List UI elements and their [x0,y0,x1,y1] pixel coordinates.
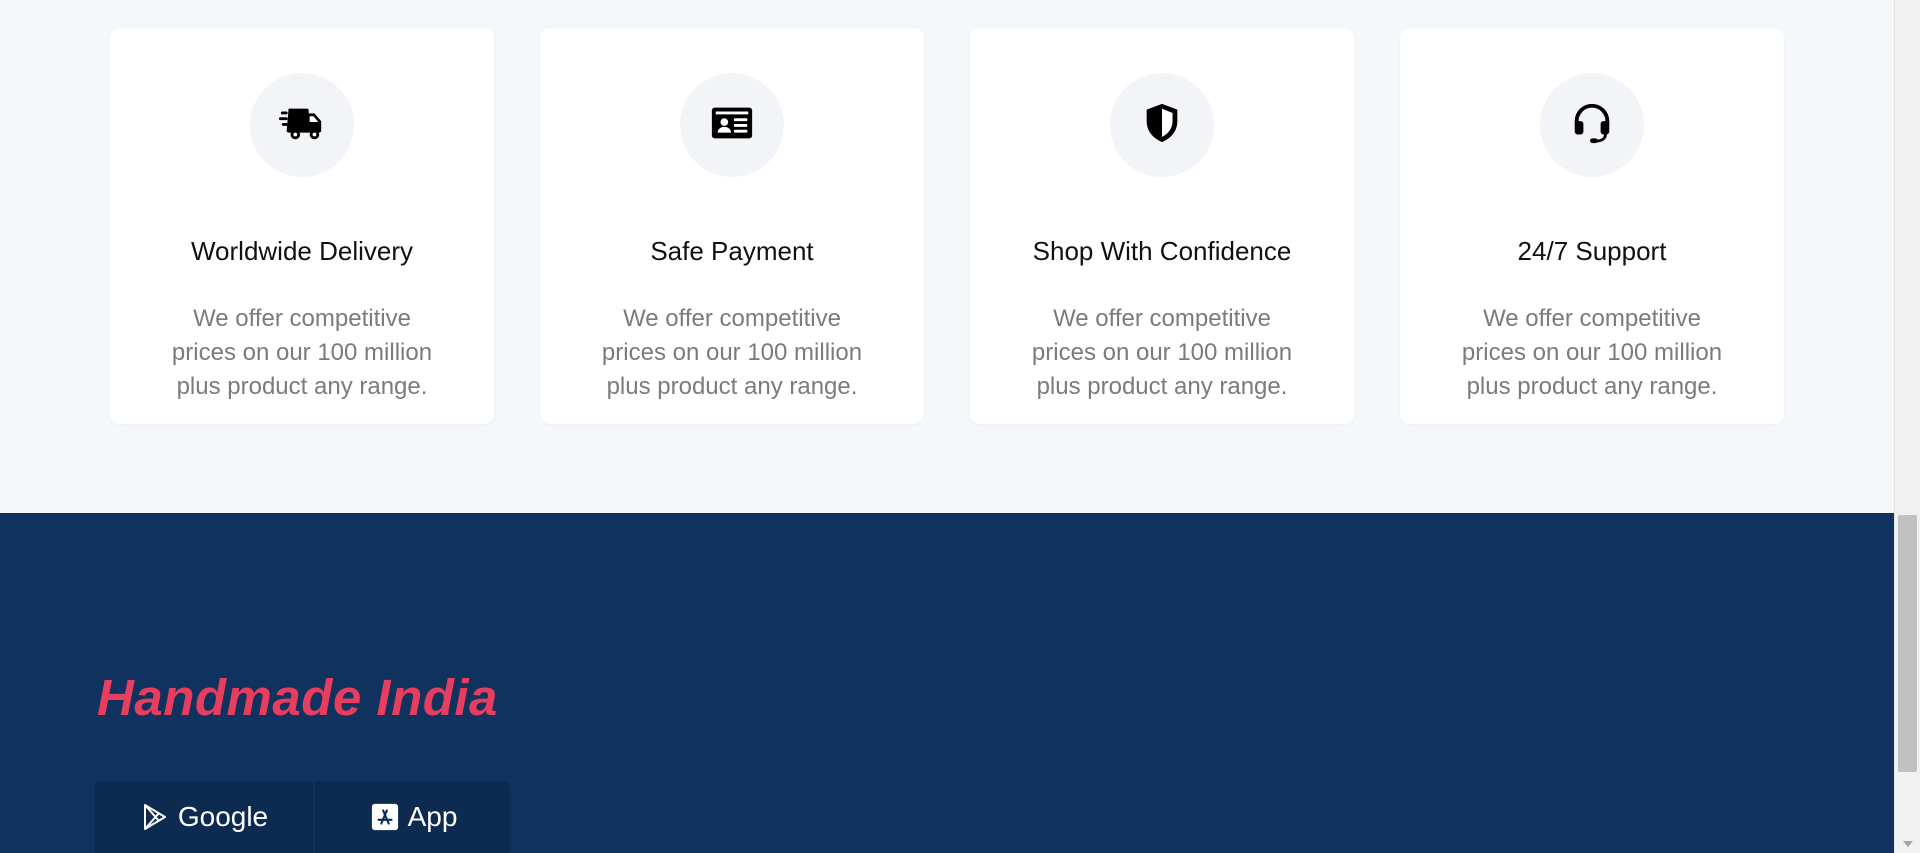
app-store-icon [370,802,400,832]
features-section: Worldwide Delivery We offer competitive … [0,0,1894,513]
feature-description: We offer competitive prices on our 100 m… [601,305,863,400]
google-play-button[interactable]: Google [95,781,313,853]
google-play-label: Google [177,801,269,832]
google-play-icon [140,802,170,832]
footer: Handmade India Google App [0,513,1894,853]
feature-card-confidence: Shop With Confidence We offer competitiv… [970,28,1354,424]
feature-description: We offer competitive prices on our 100 m… [1031,305,1293,400]
feature-card-delivery: Worldwide Delivery We offer competitive … [110,28,494,424]
feature-icon-circle [1540,73,1644,177]
feature-icon-circle [250,73,354,177]
app-store-button[interactable]: App [313,781,510,853]
page: Worldwide Delivery We offer competitive … [0,0,1920,853]
id-card-icon [709,100,755,151]
vertical-scrollbar[interactable] [1894,0,1920,853]
truck-fast-icon [279,100,325,151]
feature-card-support: 24/7 Support We offer competitive prices… [1400,28,1784,424]
scroll-down-arrow-icon[interactable] [1903,841,1913,847]
app-store-label: App [407,801,458,832]
footer-brand-logo[interactable]: Handmade India [97,668,498,727]
feature-title: 24/7 Support [1517,236,1667,266]
feature-icon-circle [680,73,784,177]
feature-title: Safe Payment [650,236,814,266]
feature-card-payment: Safe Payment We offer competitive prices… [540,28,924,424]
feature-description: We offer competitive prices on our 100 m… [1461,305,1723,400]
feature-title: Shop With Confidence [1032,236,1292,266]
shield-icon [1139,100,1185,151]
headset-icon [1569,100,1615,151]
feature-description: We offer competitive prices on our 100 m… [171,305,433,400]
scrollbar-thumb[interactable] [1898,515,1917,772]
feature-icon-circle [1110,73,1214,177]
feature-title: Worldwide Delivery [190,236,414,266]
app-download-box: Google App [95,781,510,853]
